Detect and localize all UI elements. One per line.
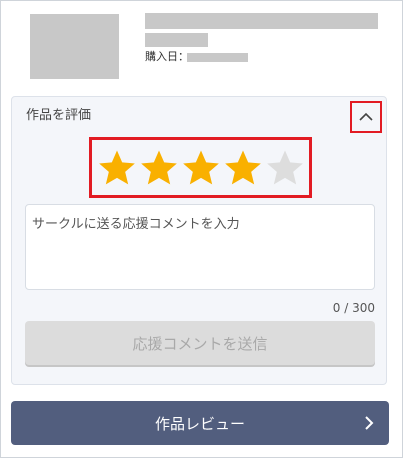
char-counter: 0 / 300: [332, 301, 375, 315]
chevron-up-icon: [359, 112, 373, 121]
purchase-date-redacted: [187, 53, 248, 62]
product-title-redacted: [145, 13, 378, 29]
star-icon[interactable]: [97, 148, 137, 188]
review-button-label: 作品レビュー: [154, 414, 245, 433]
purchase-date-label: 購入日：: [145, 50, 189, 63]
product-circle-redacted: [145, 33, 208, 47]
comment-input[interactable]: [25, 204, 375, 290]
chevron-right-icon: [365, 416, 374, 430]
star-icon[interactable]: [223, 148, 263, 188]
product-thumbnail: [30, 14, 119, 79]
star-icon[interactable]: [181, 148, 221, 188]
rating-section-title: 作品を評価: [26, 108, 92, 123]
star-icon[interactable]: [139, 148, 179, 188]
star-icon[interactable]: [265, 148, 305, 188]
send-comment-button[interactable]: 応援コメントを送信: [25, 321, 375, 365]
collapse-button[interactable]: [350, 101, 382, 133]
star-rating: [89, 137, 312, 198]
review-button[interactable]: 作品レビュー: [11, 401, 389, 445]
